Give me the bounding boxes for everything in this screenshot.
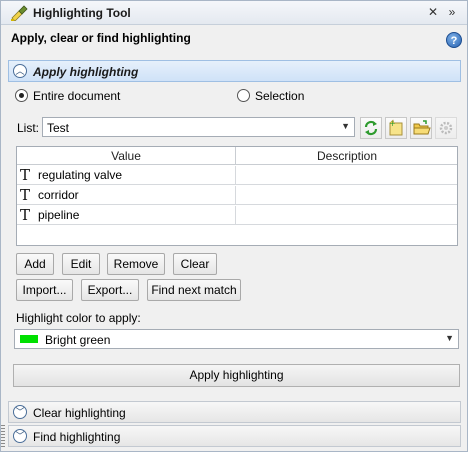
panel-subtitle: Apply, clear or find highlighting [11,31,191,45]
value-cell[interactable]: T pipeline [17,206,236,225]
open-folder-button[interactable] [410,117,432,139]
radio-dot [15,89,28,102]
list-select[interactable]: Test ▼ [42,117,355,137]
title-bar: Highlighting Tool ✕ » [1,1,467,25]
section-find-highlighting[interactable]: ﹀ Find highlighting [8,425,461,447]
settings-button[interactable] [435,117,457,139]
resize-grip[interactable] [1,425,5,449]
new-list-button[interactable]: + [385,117,407,139]
section-label: Apply highlighting [33,65,139,79]
chevron-down-icon: ﹀ [13,429,27,443]
description-cell[interactable] [237,206,457,225]
list-select-value: Test [47,121,70,135]
help-icon[interactable]: ? [446,32,462,48]
window-title: Highlighting Tool [33,6,131,20]
open-folder-icon [413,120,431,135]
table-header: Value Description [17,147,457,165]
description-cell[interactable] [237,166,457,185]
description-cell[interactable] [237,186,457,205]
values-table: Value Description T regulating valve T c… [16,146,458,246]
add-button[interactable]: Add [16,253,54,275]
text-type-icon: T [20,186,31,204]
chevron-down-icon: ▼ [341,121,350,131]
settings-icon [439,121,453,135]
value-text: regulating valve [38,168,123,182]
column-header-value[interactable]: Value [17,147,236,165]
svg-text:+: + [389,119,396,128]
value-cell[interactable]: T corridor [17,186,236,205]
highlight-color-label: Highlight color to apply: [16,311,141,325]
close-icon[interactable]: ✕ [425,4,441,20]
chevron-up-icon: ︿ [13,64,27,78]
clear-button[interactable]: Clear [173,253,217,275]
table-row[interactable]: T corridor [17,186,457,205]
radio-label: Selection [255,89,305,103]
remove-button[interactable]: Remove [107,253,165,275]
refresh-button[interactable] [360,117,382,139]
import-button[interactable]: Import... [16,279,73,301]
color-swatch [20,335,38,343]
table-row[interactable]: T regulating valve [17,166,457,185]
highlighting-tool-panel: Highlighting Tool ✕ » Apply, clear or fi… [0,0,468,452]
new-list-icon: + [389,119,403,136]
column-header-description[interactable]: Description [237,147,457,165]
refresh-icon [364,120,378,136]
radio-label: Entire document [33,89,121,103]
radio-dot [237,89,250,102]
text-type-icon: T [20,166,31,184]
dock-icon[interactable]: » [444,4,460,20]
value-text: corridor [38,188,79,202]
chevron-down-icon: ▼ [445,333,454,343]
highlight-color-select[interactable]: Bright green ▼ [14,329,459,349]
export-button[interactable]: Export... [81,279,139,301]
text-type-icon: T [20,206,31,224]
section-label: Find highlighting [33,430,121,444]
highlight-color-value: Bright green [45,333,111,347]
value-text: pipeline [38,208,80,222]
edit-button[interactable]: Edit [62,253,100,275]
section-apply-highlighting[interactable]: ︿ Apply highlighting [8,60,461,82]
value-cell[interactable]: T regulating valve [17,166,236,185]
find-next-match-button[interactable]: Find next match [147,279,241,301]
section-clear-highlighting[interactable]: ﹀ Clear highlighting [8,401,461,423]
table-row[interactable]: T pipeline [17,206,457,225]
section-label: Clear highlighting [33,406,126,420]
list-label: List: [17,121,40,135]
chevron-down-icon: ﹀ [13,405,27,419]
highlighter-icon [11,5,28,21]
apply-highlighting-button[interactable]: Apply highlighting [13,364,460,387]
